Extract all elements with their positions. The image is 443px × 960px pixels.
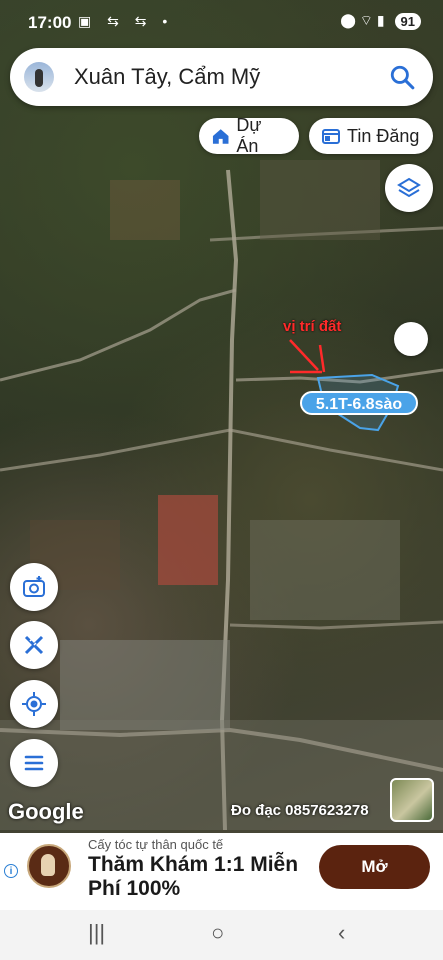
google-logo: Google <box>8 799 84 824</box>
surveyor-contact: Đo đạc 0857623278 <box>231 802 369 819</box>
my-location-button[interactable] <box>10 680 58 728</box>
back-button[interactable]: ‹ <box>338 920 345 946</box>
land-position-annotation: vị trí đất <box>283 318 342 335</box>
du-an-chip[interactable]: Dự Án <box>199 115 299 156</box>
ad-open-button[interactable]: Mở <box>319 845 430 889</box>
map-drag-handle[interactable] <box>394 322 428 356</box>
search-icon[interactable] <box>389 64 415 90</box>
ad-headline: Thăm Khám 1:1 Miễn Phí 100% <box>88 853 299 900</box>
tin-dang-chip[interactable]: Tin Đăng <box>309 118 433 154</box>
du-an-label: Dự Án <box>236 115 262 156</box>
search-location-title[interactable]: Xuân Tây, Cẩm Mỹ <box>74 64 260 90</box>
camera-add-icon <box>23 576 45 597</box>
house-icon <box>212 129 229 144</box>
status-notification-icons: ▣ ⇆ ⇆ • <box>78 13 174 29</box>
status-bar: 17:00 ▣ ⇆ ⇆ • ⬤ ⌔ ▮ 91 <box>0 0 443 44</box>
status-time: 17:00 <box>28 13 72 32</box>
layers-button[interactable] <box>385 164 433 212</box>
menu-icon <box>24 755 44 771</box>
street-view-thumbnail[interactable] <box>390 778 434 822</box>
annotation-arrow <box>289 339 319 371</box>
list-card-icon <box>322 129 340 144</box>
camera-add-button[interactable] <box>10 563 58 611</box>
menu-button[interactable] <box>10 739 58 787</box>
ruler-pencil-icon <box>24 635 44 655</box>
ad-info-icon[interactable]: i <box>4 864 18 878</box>
ad-logo <box>27 844 71 888</box>
measure-button[interactable] <box>10 621 58 669</box>
layers-icon <box>397 177 421 198</box>
battery-level: 91 <box>394 12 421 30</box>
tin-dang-label: Tin Đăng <box>347 125 420 146</box>
status-system-icons: ⬤ ⌔ ▮ <box>340 12 385 28</box>
my-location-icon <box>22 692 46 716</box>
ad-banner[interactable]: i Cấy tóc tự thân quốc tế Thăm Khám 1:1 … <box>0 833 443 910</box>
status-right-icons: ⬤ ⌔ ▮ 91 <box>340 12 421 30</box>
search-bar[interactable]: Xuân Tây, Cẩm Mỹ <box>10 48 433 106</box>
user-avatar[interactable] <box>24 62 54 92</box>
recents-button[interactable]: ||| <box>88 920 105 946</box>
ad-subtitle: Cấy tóc tự thân quốc tế <box>88 837 224 852</box>
price-area-label[interactable]: 5.1T-6.8sào <box>300 391 418 415</box>
home-button[interactable]: ○ <box>211 920 224 946</box>
system-nav-bar: ||| ○ ‹ <box>0 910 443 960</box>
